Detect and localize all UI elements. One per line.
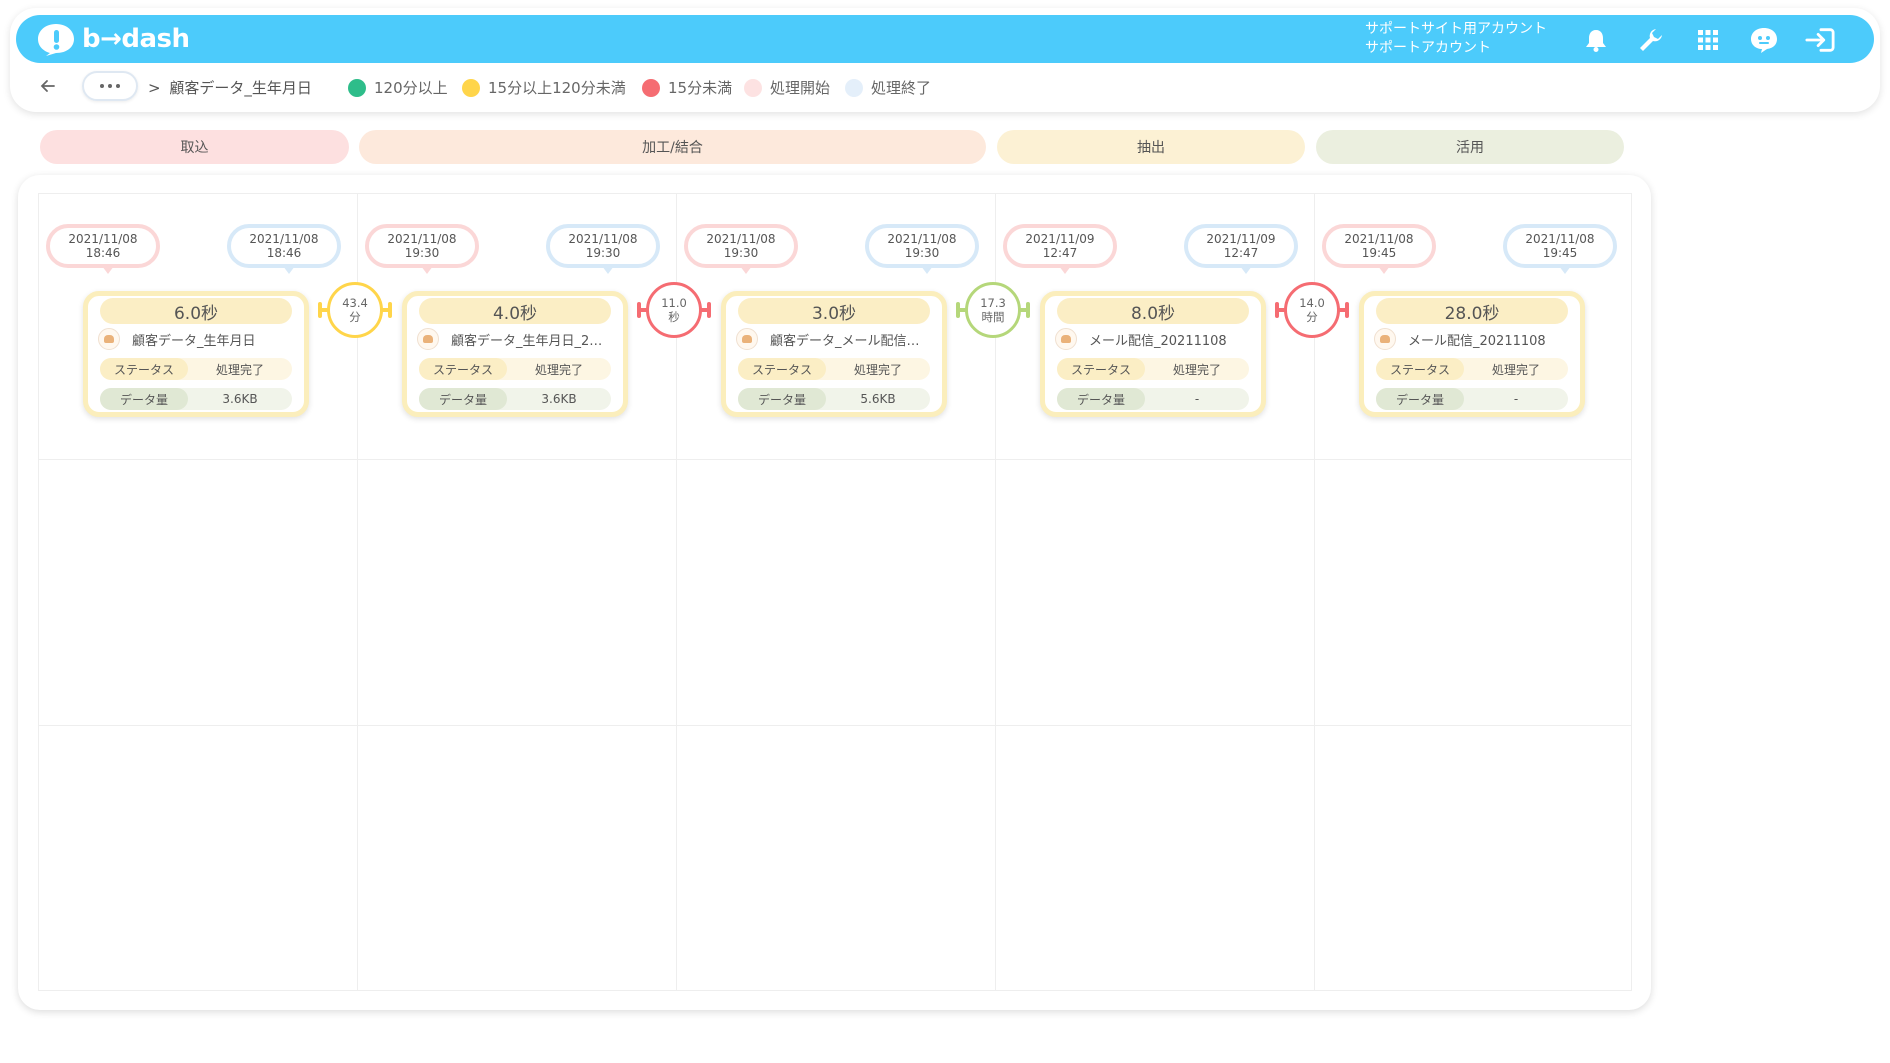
back-arrow-icon[interactable] (38, 76, 58, 96)
legend-label: 処理終了 (871, 79, 932, 97)
apps-grid-icon[interactable] (1693, 25, 1723, 55)
data-source-icon (1055, 328, 1077, 350)
card-size-row: データ量 3.6KB (419, 388, 611, 410)
card-status-row: ステータス 処理完了 (1057, 358, 1249, 380)
legend-item-120min: 120分以上 (348, 77, 448, 98)
legend-item-end: 処理終了 (845, 77, 931, 98)
logout-icon[interactable] (1805, 25, 1835, 55)
flow-panel: 2021/11/08 18:46 2021/11/08 18:46 6.0秒 顧客デ… (18, 175, 1651, 1010)
legend-label: 120分以上 (374, 79, 448, 97)
card-title: 顧客データ_生年月日 (98, 328, 298, 350)
support-bot-icon[interactable] (1749, 25, 1779, 55)
bdash-logo-icon (38, 24, 74, 56)
process-card[interactable]: 28.0秒 メール配信_20211108 ステータス 処理完了 データ量 - (1359, 291, 1585, 417)
breadcrumb-more-button[interactable] (82, 71, 138, 101)
wrench-icon[interactable] (1636, 25, 1666, 55)
card-duration: 8.0秒 (1057, 298, 1249, 324)
process-card[interactable]: 4.0秒 顧客データ_生年月日_2… ステータス 処理完了 データ量 3.6KB (402, 291, 628, 417)
card-title: メール配信_20211108 (1374, 328, 1574, 350)
header: b→dash サポートサイト用アカウント サポートアカウント > 顧客データ_生… (10, 8, 1880, 112)
legend-dot (462, 78, 480, 97)
breadcrumb: > 顧客データ_生年月日 (148, 77, 312, 98)
card-duration: 3.0秒 (738, 298, 930, 324)
account-line1: サポートサイト用アカウント (1365, 21, 1547, 37)
card-title: 顧客データ_メール配信… (736, 328, 936, 350)
stage-extract[interactable]: 抽出 (997, 130, 1305, 164)
bell-icon[interactable] (1581, 25, 1611, 55)
card-size-row: データ量 - (1057, 388, 1249, 410)
gap-badge: 43.4 分 (327, 282, 383, 338)
grid-divider (39, 725, 1631, 726)
card-duration: 28.0秒 (1376, 298, 1568, 324)
account-line2: サポートアカウント (1365, 40, 1491, 56)
start-time-pill: 2021/11/08 18:46 (46, 224, 160, 274)
legend-label: 15分以上120分未満 (488, 79, 626, 97)
card-title: 顧客データ_生年月日_2… (417, 328, 617, 350)
data-source-icon (98, 328, 120, 350)
legend-item-15-120min: 15分以上120分未満 (462, 77, 626, 98)
process-card[interactable]: 6.0秒 顧客データ_生年月日 ステータス 処理完了 データ量 3.6KB (83, 291, 309, 417)
start-time-pill: 2021/11/09 12:47 (1003, 224, 1117, 274)
grid-divider (39, 459, 1631, 460)
start-time-pill: 2021/11/08 19:30 (365, 224, 479, 274)
end-time-pill: 2021/11/08 19:30 (865, 224, 979, 274)
legend-label: 15分未満 (668, 79, 733, 97)
account-info[interactable]: サポートサイト用アカウント サポートアカウント (1365, 20, 1547, 58)
card-status-row: ステータス 処理完了 (738, 358, 930, 380)
end-time-pill: 2021/11/08 19:30 (546, 224, 660, 274)
stage-utilize[interactable]: 活用 (1316, 130, 1624, 164)
end-time-pill: 2021/11/08 19:45 (1503, 224, 1617, 274)
process-card[interactable]: 3.0秒 顧客データ_メール配信… ステータス 処理完了 データ量 5.6KB (721, 291, 947, 417)
stage-processing[interactable]: 加工/結合 (359, 130, 986, 164)
card-status-row: ステータス 処理完了 (1376, 358, 1568, 380)
start-time-pill: 2021/11/08 19:30 (684, 224, 798, 274)
data-source-icon (417, 328, 439, 350)
card-duration: 6.0秒 (100, 298, 292, 324)
breadcrumb-separator: > (148, 79, 161, 97)
top-bar: b→dash サポートサイト用アカウント サポートアカウント (16, 15, 1874, 63)
logo[interactable]: b→dash (36, 22, 190, 56)
process-card[interactable]: 8.0秒 メール配信_20211108 ステータス 処理完了 データ量 - (1040, 291, 1266, 417)
legend-dot (642, 78, 660, 97)
legend-dot (845, 78, 863, 97)
card-size-row: データ量 3.6KB (100, 388, 292, 410)
end-time-pill: 2021/11/08 18:46 (227, 224, 341, 274)
legend-dot (744, 78, 762, 97)
card-status-row: ステータス 処理完了 (100, 358, 292, 380)
gap-badge: 17.3 時間 (965, 282, 1021, 338)
card-status-row: ステータス 処理完了 (419, 358, 611, 380)
end-time-pill: 2021/11/09 12:47 (1184, 224, 1298, 274)
gap-badge: 14.0 分 (1284, 282, 1340, 338)
card-size-row: データ量 - (1376, 388, 1568, 410)
gap-badge: 11.0 秒 (646, 282, 702, 338)
card-size-row: データ量 5.6KB (738, 388, 930, 410)
data-source-icon (1374, 328, 1396, 350)
stage-import[interactable]: 取込 (40, 130, 349, 164)
legend-dot (348, 78, 366, 97)
breadcrumb-bar: > 顧客データ_生年月日 120分以上 15分以上120分未満 15分未満 処理… (10, 68, 1880, 108)
legend-item-under15min: 15分未満 (642, 77, 732, 98)
start-time-pill: 2021/11/08 19:45 (1322, 224, 1436, 274)
legend-item-start: 処理開始 (744, 77, 830, 98)
breadcrumb-current: 顧客データ_生年月日 (169, 79, 312, 97)
legend-label: 処理開始 (770, 79, 831, 97)
card-duration: 4.0秒 (419, 298, 611, 324)
card-title: メール配信_20211108 (1055, 328, 1255, 350)
data-source-icon (736, 328, 758, 350)
logo-text: b→dash (82, 24, 190, 54)
